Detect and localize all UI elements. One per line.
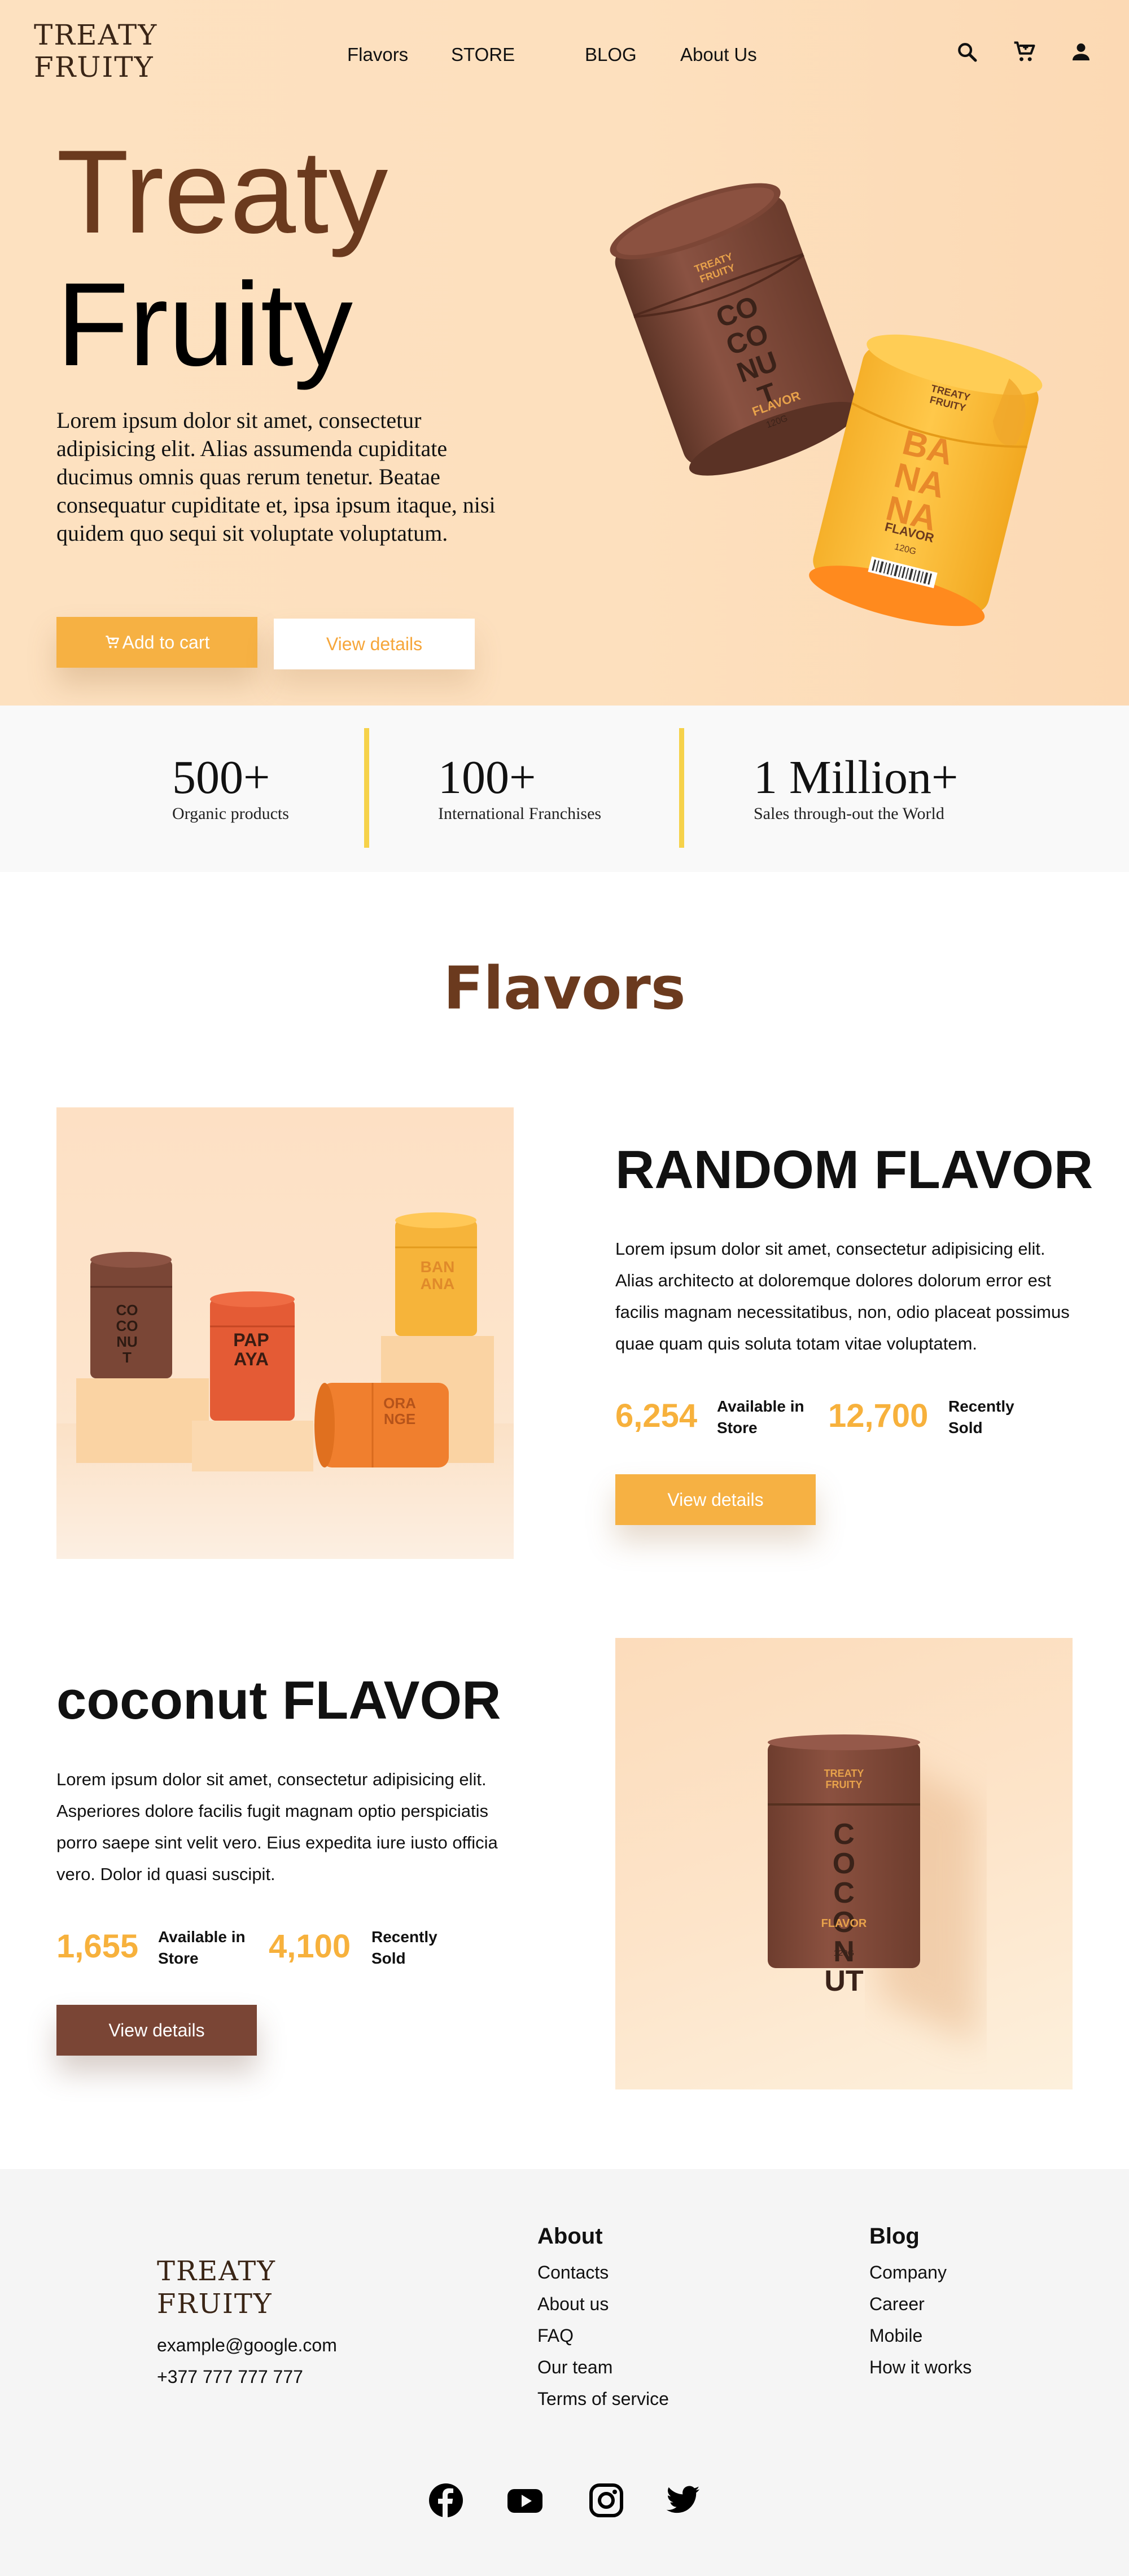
stat-divider bbox=[364, 728, 369, 848]
footer-link-about-us[interactable]: About us bbox=[537, 2288, 669, 2320]
nav-about-us[interactable]: About Us bbox=[680, 44, 757, 65]
footer-blog-heading: Blog bbox=[869, 2224, 920, 2249]
search-icon[interactable] bbox=[956, 41, 978, 63]
stat-value: 1 Million+ bbox=[754, 751, 959, 804]
view-details-label: View details bbox=[108, 2019, 205, 2040]
hero-description: Lorem ipsum dolor sit amet, consectetur … bbox=[56, 408, 496, 546]
coconut-can-brand: TREATY FRUITY bbox=[824, 1768, 864, 1790]
random-flavor-description: Lorem ipsum dolor sit amet, consectetur … bbox=[615, 1239, 1070, 1353]
logo-line-1: TREATY bbox=[34, 19, 158, 51]
hero-title-line-1: Treaty bbox=[56, 125, 388, 258]
hero-section: TREATY FRUITY Flavors STORE BLOG About U… bbox=[0, 0, 1129, 706]
random-flavor-sold-count: 12,700 bbox=[828, 1397, 929, 1434]
stat-international-franchises: 100+ International Franchises bbox=[438, 752, 601, 823]
random-flavor-image: COCONUT PAPAYA BANANA ORANGE bbox=[56, 1107, 514, 1559]
stat-sales-worldwide: 1 Million+ Sales through-out the World bbox=[754, 752, 958, 823]
random-flavor-view-details-button[interactable]: View details bbox=[615, 1474, 816, 1525]
user-icon[interactable] bbox=[1070, 41, 1092, 63]
stat-label: Organic products bbox=[172, 804, 289, 823]
instagram-icon[interactable] bbox=[588, 2482, 624, 2518]
nav-flavors[interactable]: Flavors bbox=[347, 44, 408, 65]
footer-link-career[interactable]: Career bbox=[869, 2288, 972, 2320]
footer-logo-line-2: FRUITY bbox=[157, 2288, 273, 2320]
youtube-icon[interactable] bbox=[507, 2482, 543, 2518]
stat-organic-products: 500+ Organic products bbox=[172, 752, 289, 823]
coconut-flavor-description: Lorem ipsum dolor sit amet, consectetur … bbox=[56, 1769, 498, 1884]
hero-view-details-label: View details bbox=[326, 633, 423, 654]
view-details-label: View details bbox=[667, 1489, 764, 1510]
twitter-icon[interactable] bbox=[665, 2482, 701, 2518]
footer-link-contacts[interactable]: Contacts bbox=[537, 2257, 669, 2288]
flavors-section-title: Flavors bbox=[443, 954, 686, 1023]
footer-logo-line-1: TREATY bbox=[157, 2255, 276, 2287]
logo[interactable]: TREATY FRUITY bbox=[34, 19, 157, 84]
facebook-icon[interactable] bbox=[428, 2482, 464, 2518]
footer-email[interactable]: example@google.com bbox=[157, 2329, 337, 2361]
footer-link-mobile[interactable]: Mobile bbox=[869, 2320, 972, 2351]
stat-label: Sales through-out the World bbox=[754, 804, 944, 823]
coconut-flavor-image: TREATY FRUITY COCONUT FLAVOR 120G bbox=[615, 1638, 1073, 2089]
random-flavor-available-label: Available in Store bbox=[717, 1397, 804, 1436]
can-coconut-label: COCONUT bbox=[116, 1302, 138, 1366]
footer-link-company[interactable]: Company bbox=[869, 2257, 972, 2288]
footer-about-links: Contacts About us FAQ Our team Terms of … bbox=[537, 2257, 669, 2415]
coconut-flavor-available-label: Available in Store bbox=[158, 1928, 246, 1967]
stat-value: 500+ bbox=[172, 751, 270, 804]
coconut-can-flavor: FLAVOR bbox=[821, 1917, 867, 1930]
can-orange-label: ORANGE bbox=[383, 1395, 416, 1427]
hero-title-line-2: Fruity bbox=[56, 258, 353, 391]
coconut-flavor-available-count: 1,655 bbox=[56, 1928, 139, 1965]
cart-plus-icon bbox=[104, 634, 120, 650]
can-banana-label: BANANA bbox=[420, 1258, 455, 1293]
coconut-flavor-title: coconut FLAVOR bbox=[56, 1670, 501, 1731]
stat-value: 100+ bbox=[438, 751, 536, 804]
random-flavor-available-count: 6,254 bbox=[615, 1397, 698, 1434]
coconut-flavor-sold-label: Recently Sold bbox=[371, 1928, 437, 1967]
footer-link-terms[interactable]: Terms of service bbox=[537, 2383, 669, 2415]
footer-link-our-team[interactable]: Our team bbox=[537, 2351, 669, 2383]
random-flavor-sold-label: Recently Sold bbox=[948, 1397, 1014, 1436]
random-flavor-title: RANDOM FLAVOR bbox=[615, 1140, 1093, 1200]
nav-blog[interactable]: BLOG bbox=[585, 44, 637, 65]
footer-link-how-it-works[interactable]: How it works bbox=[869, 2351, 972, 2383]
footer-about-heading: About bbox=[537, 2224, 603, 2249]
stat-divider bbox=[679, 728, 684, 848]
footer-phone[interactable]: +377 777 777 777 bbox=[157, 2361, 303, 2393]
nav-store[interactable]: STORE bbox=[451, 44, 515, 65]
coconut-flavor-sold-count: 4,100 bbox=[269, 1928, 351, 1965]
coconut-can-weight: 120G bbox=[833, 1948, 855, 1958]
coconut-flavor-view-details-button[interactable]: View details bbox=[56, 2005, 257, 2056]
hero-view-details-button[interactable]: View details bbox=[274, 619, 475, 669]
add-to-cart-label: Add to cart bbox=[122, 632, 210, 652]
cart-icon[interactable] bbox=[1012, 40, 1037, 64]
footer-link-faq[interactable]: FAQ bbox=[537, 2320, 669, 2351]
coconut-can-name: COCONUT bbox=[824, 1818, 864, 1997]
logo-line-2: FRUITY bbox=[34, 51, 154, 84]
stat-label: International Franchises bbox=[438, 804, 602, 823]
footer-blog-links: Company Career Mobile How it works bbox=[869, 2257, 972, 2383]
add-to-cart-button[interactable]: Add to cart bbox=[56, 617, 257, 668]
footer-logo[interactable]: TREATY FRUITY bbox=[157, 2255, 276, 2320]
can-papaya-label: PAPAYA bbox=[233, 1330, 269, 1369]
